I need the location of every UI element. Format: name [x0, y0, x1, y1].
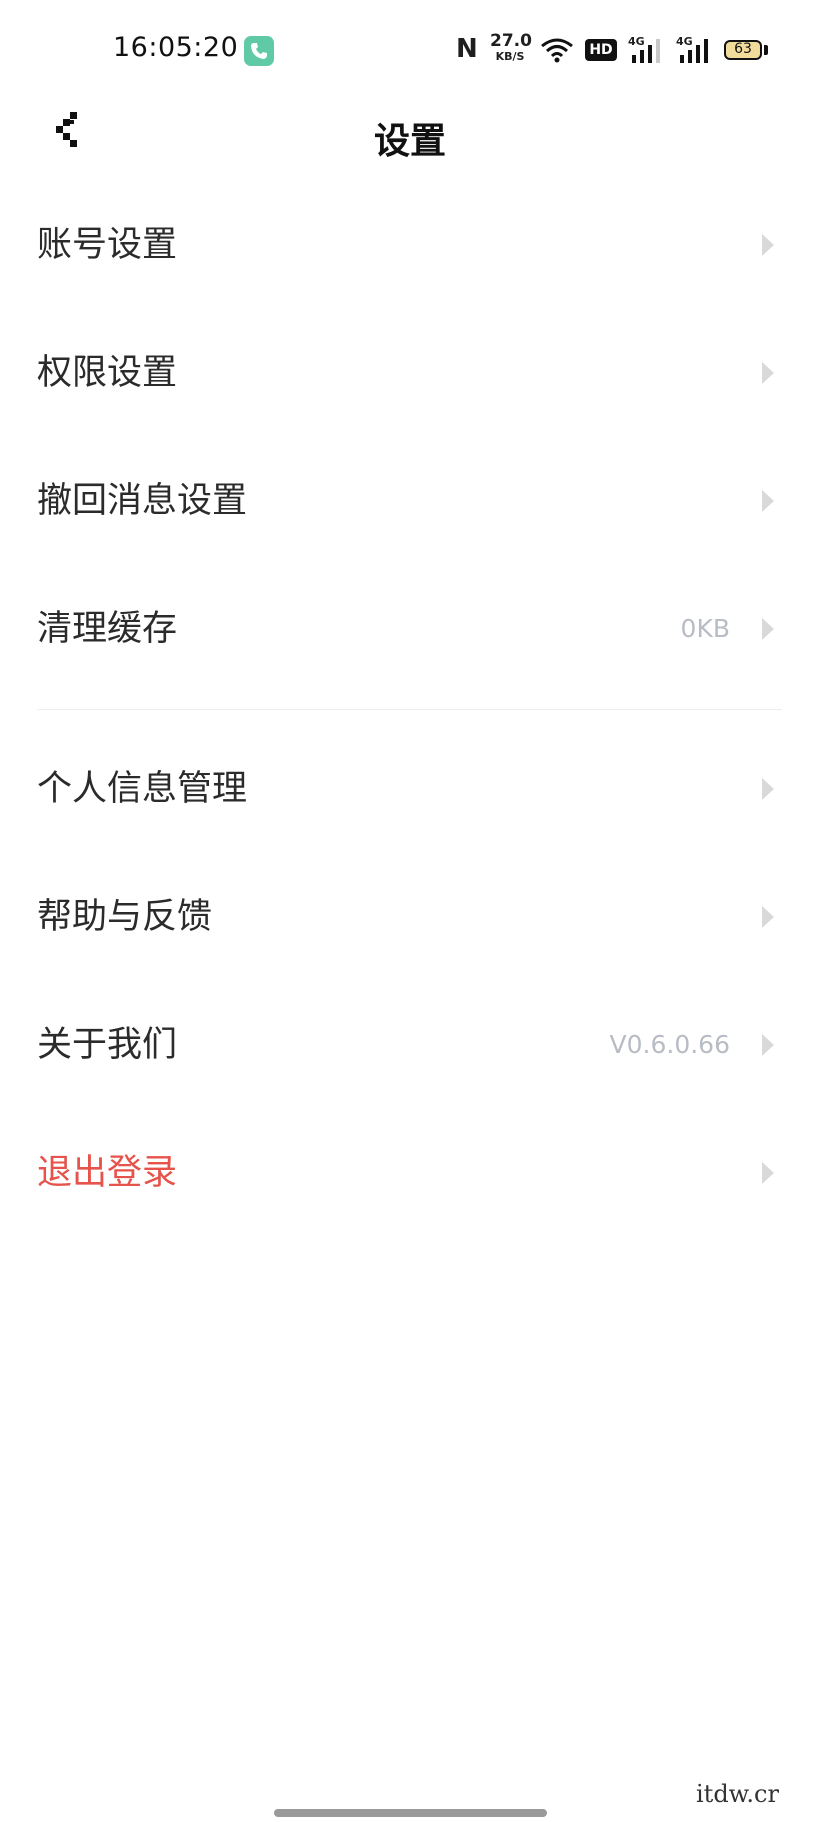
- chevron-right-icon: [762, 618, 774, 640]
- wifi-icon: [538, 36, 576, 76]
- logout-label: 退出登录: [37, 1153, 178, 1193]
- settings-item-label: 清理缓存: [37, 609, 178, 649]
- chevron-right-icon: [762, 1034, 774, 1056]
- battery-tip: [764, 45, 768, 55]
- settings-item-label: 关于我们: [37, 1025, 178, 1065]
- chevron-right-icon: [762, 234, 774, 256]
- chevron-right-icon: [762, 490, 774, 512]
- settings-item-label: 权限设置: [37, 353, 178, 393]
- settings-item-about-us[interactable]: 关于我们 V0.6.0.66: [0, 990, 820, 1100]
- app-version-value: V0.6.0.66: [609, 1030, 730, 1059]
- logout-button[interactable]: 退出登录: [0, 1118, 820, 1228]
- settings-item-label: 个人信息管理: [37, 769, 248, 809]
- chevron-right-icon: [762, 778, 774, 800]
- settings-item-label: 撤回消息设置: [37, 481, 248, 521]
- home-indicator[interactable]: [274, 1809, 547, 1817]
- signal-icon: 4G: [676, 35, 716, 65]
- chevron-right-icon: [762, 1162, 774, 1184]
- chevron-right-icon: [762, 362, 774, 384]
- settings-item-label: 账号设置: [37, 225, 178, 265]
- network-speed-unit: KB/S: [495, 50, 525, 63]
- settings-item-help-feedback[interactable]: 帮助与反馈: [0, 862, 820, 972]
- signal-icon: 4G: [628, 35, 668, 65]
- watermark-text: itdw.cr: [696, 1780, 779, 1808]
- call-badge-icon: [244, 36, 274, 66]
- settings-item-recall-message[interactable]: 撤回消息设置: [0, 446, 820, 556]
- page-title: 设置: [373, 121, 446, 162]
- status-time: 16:05:20: [113, 32, 239, 63]
- section-divider: [37, 709, 782, 710]
- settings-item-permissions[interactable]: 权限设置: [0, 318, 820, 428]
- settings-item-clear-cache[interactable]: 清理缓存 0KB: [0, 574, 820, 684]
- chevron-right-icon: [762, 906, 774, 928]
- status-bar: 16:05:20 N 27.0 KB/S HD 4G 4G 63: [0, 0, 820, 100]
- settings-item-label: 帮助与反馈: [37, 897, 213, 937]
- settings-item-personal-info[interactable]: 个人信息管理: [0, 734, 820, 844]
- hd-voice-icon: HD: [585, 39, 617, 61]
- settings-item-account[interactable]: 账号设置: [0, 190, 820, 300]
- battery-level: 63: [734, 41, 752, 57]
- nfc-icon: N: [456, 34, 478, 64]
- network-speed-value: 27.0: [490, 31, 532, 51]
- network-speed: 27.0 KB/S: [490, 31, 532, 74]
- battery-icon: 63: [724, 40, 762, 60]
- cache-size-value: 0KB: [680, 614, 730, 643]
